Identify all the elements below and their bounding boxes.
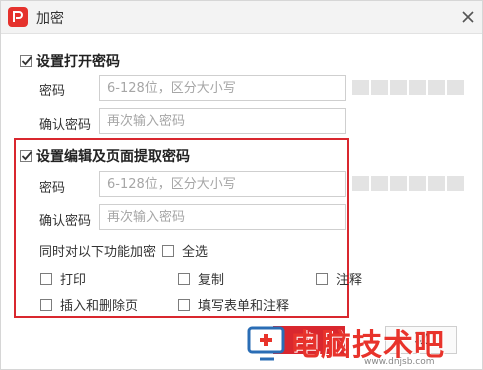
open-confirm-input[interactable] xyxy=(99,108,346,134)
monitor-plus-icon xyxy=(247,326,285,361)
open-password-label: 密码 xyxy=(39,84,66,99)
edit-confirm-input[interactable] xyxy=(99,204,346,230)
select-all-option[interactable]: 全选 xyxy=(162,241,208,260)
check-icon xyxy=(21,151,33,161)
select-all-label: 全选 xyxy=(182,245,209,260)
insert-delete-checkbox[interactable] xyxy=(40,298,52,311)
edit-password-header: 设置编辑及页面提取密码 xyxy=(20,147,190,165)
edit-password-title: 设置编辑及页面提取密码 xyxy=(36,149,190,165)
annotate-checkbox[interactable] xyxy=(316,272,328,285)
title-bar: 加密 xyxy=(1,1,482,34)
dialog-title: 加密 xyxy=(36,11,64,27)
encrypt-dialog: 加密 设置打开密码 密码 确认密码 设置编辑及页面提取密码 密码 xyxy=(0,0,483,370)
edit-confirm-label: 确认密码 xyxy=(39,214,92,229)
option-insert-delete-pages[interactable]: 插入和删除页 xyxy=(40,295,138,314)
watermark-url: www.dnjsb.com xyxy=(364,357,435,367)
open-confirm-label: 确认密码 xyxy=(39,118,92,133)
open-password-strength-meter xyxy=(352,80,464,95)
select-all-checkbox[interactable] xyxy=(162,244,174,257)
copy-checkbox[interactable] xyxy=(178,272,190,285)
option-fill-forms[interactable]: 填写表单和注释 xyxy=(178,295,289,314)
edit-password-checkbox[interactable] xyxy=(20,150,33,162)
insert-delete-label: 插入和删除页 xyxy=(60,299,139,314)
open-password-header: 设置打开密码 xyxy=(20,52,120,70)
encrypt-functions-label: 同时对以下功能加密 xyxy=(39,245,157,260)
open-password-checkbox[interactable] xyxy=(20,55,33,67)
edit-password-label: 密码 xyxy=(39,181,66,196)
option-copy[interactable]: 复制 xyxy=(178,269,224,288)
pdf-app-icon xyxy=(8,7,28,27)
option-print[interactable]: 打印 xyxy=(40,269,86,288)
open-password-input[interactable] xyxy=(99,75,346,101)
close-icon[interactable] xyxy=(457,7,479,27)
copy-label: 复制 xyxy=(198,273,225,288)
annotate-label: 注释 xyxy=(336,273,363,288)
print-checkbox[interactable] xyxy=(40,272,52,285)
watermark: 电脑技术吧 www.dnjsb.com xyxy=(244,319,483,370)
fill-forms-checkbox[interactable] xyxy=(178,298,190,311)
print-label: 打印 xyxy=(60,273,87,288)
edit-password-strength-meter xyxy=(352,176,464,191)
fill-forms-label: 填写表单和注释 xyxy=(198,299,290,314)
open-password-title: 设置打开密码 xyxy=(36,54,120,70)
option-annotate[interactable]: 注释 xyxy=(316,269,362,288)
edit-password-input[interactable] xyxy=(99,171,346,197)
check-icon xyxy=(21,56,33,66)
